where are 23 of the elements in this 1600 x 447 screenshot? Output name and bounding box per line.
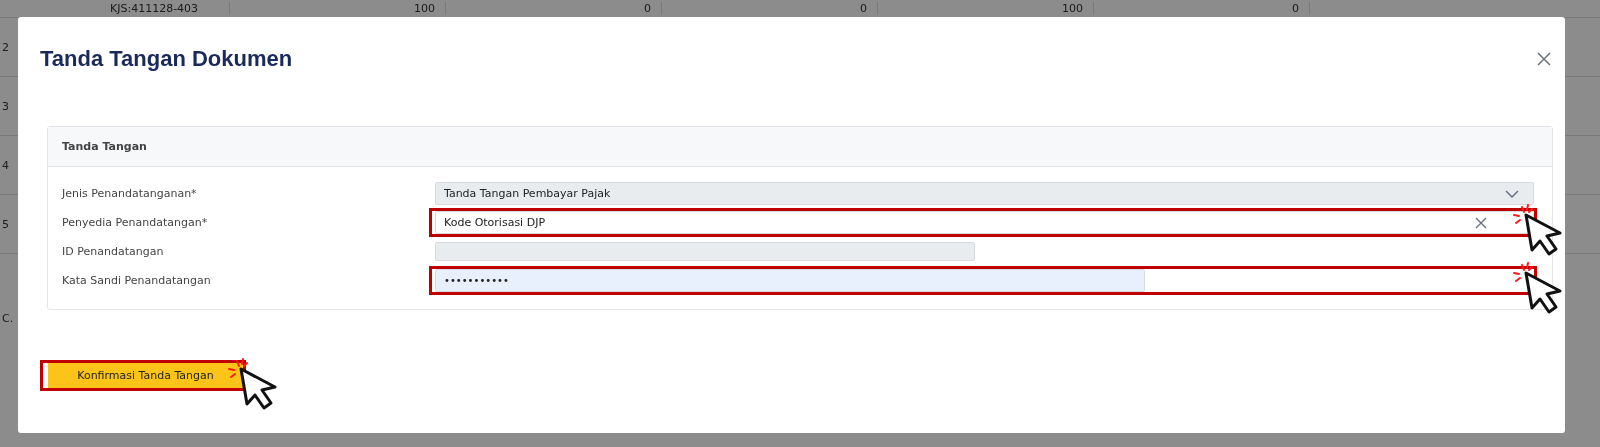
table-cell: 0 — [1094, 2, 1310, 15]
table-cell: 0 — [446, 2, 662, 15]
row-number: 4 — [1, 158, 10, 172]
field-label: Jenis Penandatanganan* — [62, 187, 198, 200]
field-label: ID Penandatangan — [62, 245, 165, 258]
password-field[interactable]: ••••••••••• — [435, 269, 1145, 292]
table-cell: 0 — [662, 2, 878, 15]
clear-icon[interactable] — [1475, 216, 1487, 229]
select-field[interactable]: Kode Otorisasi DJP — [435, 211, 1534, 234]
table-cell: KJS:411128-403 — [20, 2, 230, 15]
row-number: 2 — [1, 40, 10, 54]
footer-text: C. — [2, 312, 14, 325]
field-label: Kata Sandi Penandatangan — [62, 274, 212, 287]
row-number: 5 — [1, 217, 10, 231]
field-label: Penyedia Penandatangan* — [62, 216, 209, 229]
select-field[interactable]: Tanda Tangan Pembayar Pajak — [435, 182, 1534, 205]
row-number: 3 — [1, 99, 10, 113]
close-icon — [1537, 52, 1551, 66]
chevron-down-icon — [1505, 189, 1519, 198]
card-title: Tanda Tangan — [62, 140, 147, 153]
dialog-title: Tanda Tangan Dokumen — [40, 46, 293, 72]
table-cell: 100 — [230, 2, 446, 15]
table-cell: 100 — [878, 2, 1094, 15]
